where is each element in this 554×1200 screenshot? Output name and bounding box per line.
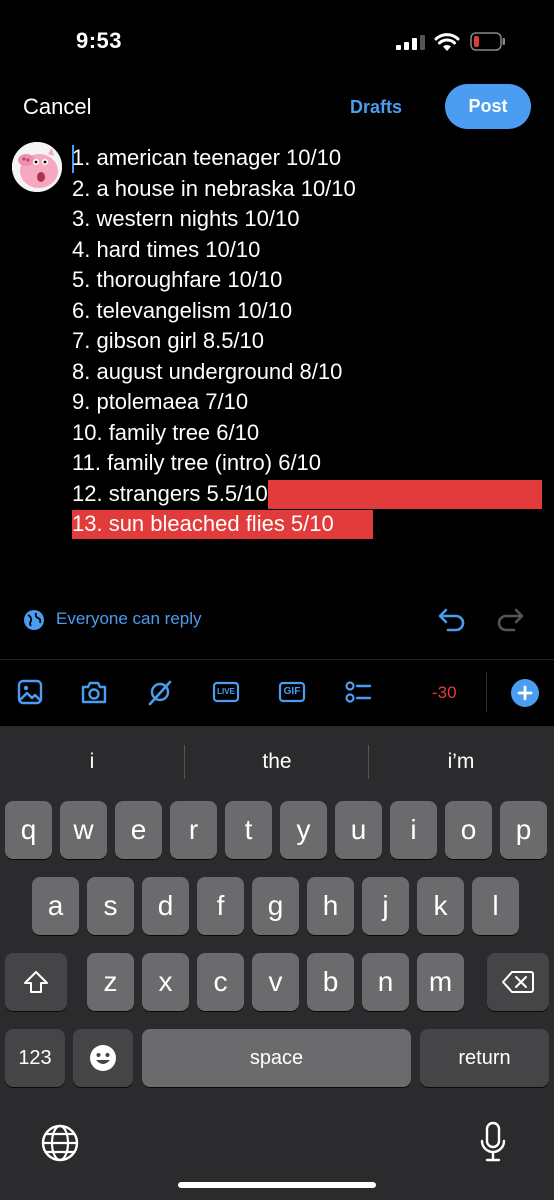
emoji-key[interactable]	[73, 1029, 133, 1087]
compose-line: 9. ptolemaea 7/10	[72, 389, 249, 414]
emoji-icon	[90, 1045, 116, 1071]
key-o[interactable]: o	[445, 801, 492, 859]
key-m[interactable]: m	[417, 953, 464, 1011]
plus-icon	[517, 685, 533, 701]
image-icon[interactable]	[16, 678, 44, 706]
redo-icon[interactable]	[494, 604, 526, 634]
cellular-signal-icon	[396, 35, 425, 50]
wifi-icon	[434, 33, 460, 51]
key-n[interactable]: n	[362, 953, 409, 1011]
compose-line: 8. august underground 8/10	[72, 358, 343, 384]
shift-key[interactable]	[5, 953, 67, 1011]
key-l[interactable]: l	[472, 877, 519, 935]
poll-icon[interactable]	[344, 678, 372, 706]
numbers-key[interactable]: 123	[5, 1029, 65, 1087]
backspace-key[interactable]	[487, 953, 549, 1011]
space-key[interactable]: space	[142, 1029, 411, 1087]
compose-text-area[interactable]: 1. american teenager 10/10 2. a house in…	[72, 143, 542, 540]
divider	[0, 659, 554, 660]
key-w[interactable]: w	[60, 801, 107, 859]
key-p[interactable]: p	[500, 801, 547, 859]
key-r[interactable]: r	[170, 801, 217, 859]
compose-line: 7. gibson girl 8.5/10	[72, 328, 265, 353]
suggestion-3[interactable]: i’m	[369, 750, 553, 774]
post-button[interactable]: Post	[445, 84, 531, 129]
compose-line: 5. thoroughfare 10/10	[72, 267, 283, 292]
live-icon[interactable]: LIVE	[212, 678, 240, 706]
camera-icon[interactable]	[80, 678, 108, 706]
compose-line: 1. american teenager 10/10	[72, 145, 342, 170]
return-key[interactable]: return	[420, 1029, 549, 1087]
key-j[interactable]: j	[362, 877, 409, 935]
compose-line-over-limit: 13. sun bleached flies 5/10	[72, 509, 542, 540]
compose-line: 11. family tree (intro) 6/10	[72, 450, 322, 475]
key-v[interactable]: v	[252, 953, 299, 1011]
backspace-icon	[502, 971, 534, 993]
undo-icon[interactable]	[436, 604, 468, 634]
avatar[interactable]	[12, 142, 62, 192]
add-thread-button[interactable]	[511, 679, 539, 707]
globe-icon[interactable]	[23, 609, 45, 631]
compose-line: 4. hard times 10/10	[72, 236, 261, 262]
key-z[interactable]: z	[87, 953, 134, 1011]
key-i[interactable]: i	[390, 801, 437, 859]
gif-label: GIF	[283, 686, 301, 697]
status-time: 9:53	[76, 28, 123, 53]
microphone-icon[interactable]	[478, 1120, 508, 1164]
search-icon[interactable]	[146, 678, 174, 706]
compose-line: 10. family tree 6/10	[72, 419, 260, 445]
home-indicator	[178, 1182, 376, 1188]
shift-icon	[24, 971, 48, 993]
key-t[interactable]: t	[225, 801, 272, 859]
key-b[interactable]: b	[307, 953, 354, 1011]
globe-keyboard-icon[interactable]	[39, 1122, 81, 1164]
cancel-button[interactable]: Cancel	[23, 94, 91, 120]
key-f[interactable]: f	[197, 877, 244, 935]
live-label: LIVE	[217, 687, 235, 696]
over-limit-highlight	[268, 479, 542, 509]
compose-line-over-limit: 12. strangers 5.5/10	[72, 479, 542, 510]
key-a[interactable]: a	[32, 877, 79, 935]
key-h[interactable]: h	[307, 877, 354, 935]
key-k[interactable]: k	[417, 877, 464, 935]
battery-icon	[470, 32, 505, 51]
key-u[interactable]: u	[335, 801, 382, 859]
character-count: -30	[432, 683, 457, 702]
drafts-button[interactable]: Drafts	[350, 97, 402, 118]
toolbar-divider	[486, 672, 487, 712]
key-x[interactable]: x	[142, 953, 189, 1011]
reply-setting-button[interactable]: Everyone can reply	[56, 609, 202, 629]
key-e[interactable]: e	[115, 801, 162, 859]
compose-line: 6. televangelism 10/10	[72, 297, 293, 323]
key-g[interactable]: g	[252, 877, 299, 935]
compose-line: 2. a house in nebraska 10/10	[72, 175, 356, 201]
gif-icon[interactable]: GIF	[278, 678, 306, 706]
key-y[interactable]: y	[280, 801, 327, 859]
key-c[interactable]: c	[197, 953, 244, 1011]
suggestion-1[interactable]: i	[0, 750, 184, 774]
compose-line: 3. western nights 10/10	[72, 206, 300, 231]
suggestion-2[interactable]: the	[185, 750, 369, 774]
key-q[interactable]: q	[5, 801, 52, 859]
key-d[interactable]: d	[142, 877, 189, 935]
key-s[interactable]: s	[87, 877, 134, 935]
